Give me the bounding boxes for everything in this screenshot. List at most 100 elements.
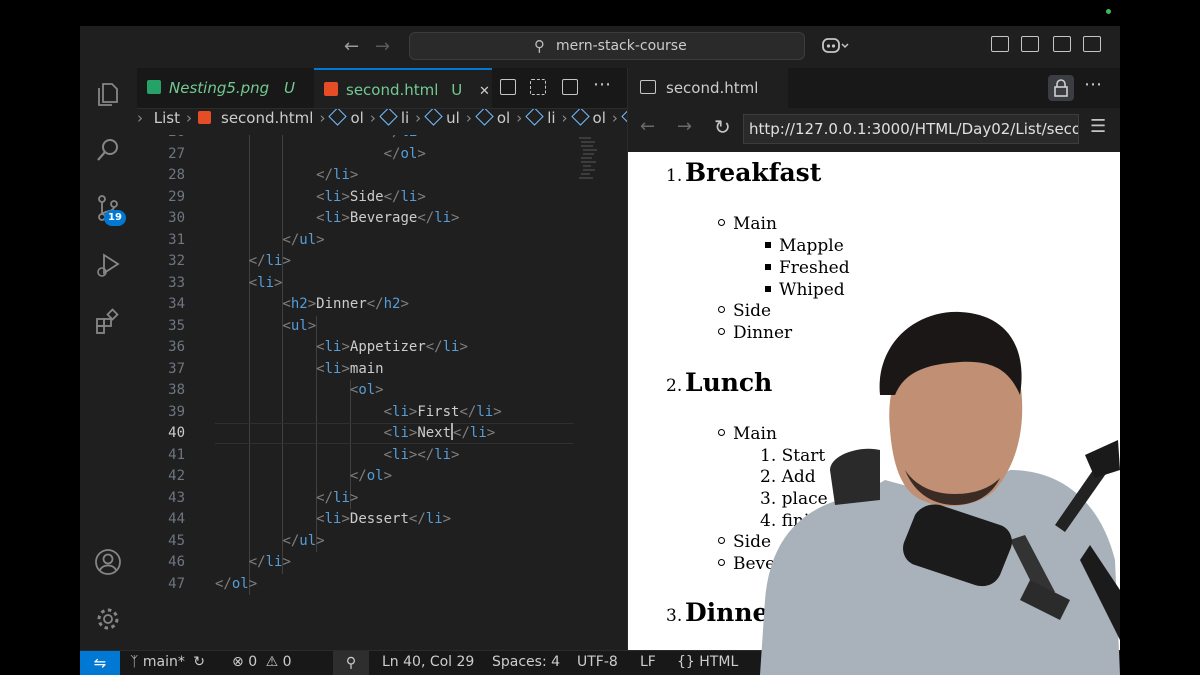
- code-editor[interactable]: 26 </li> 27 </ol> 28 </li> 29 <li>Side</li> 30 <l…: [137, 135, 627, 650]
- line-number: 32: [168, 253, 185, 269]
- code-line[interactable]: 36 <li>Appetizer</li>: [137, 337, 627, 359]
- list-item: Freshed: [765, 258, 850, 278]
- code-line[interactable]: 39 <li>First</li>: [137, 402, 627, 424]
- code-line[interactable]: 33 <li>: [137, 273, 627, 295]
- code-line[interactable]: 29 <li>Side</li>: [137, 187, 627, 209]
- arrow-left-icon[interactable]: ←: [344, 36, 359, 57]
- compare-changes-icon[interactable]: [530, 79, 546, 95]
- code-line[interactable]: 31 </ul>: [137, 230, 627, 252]
- sync-icon[interactable]: ↻: [193, 654, 205, 670]
- code-line[interactable]: 43 </li>: [137, 488, 627, 510]
- run-debug-icon[interactable]: [94, 251, 122, 279]
- tab-nesting5-png[interactable]: Nesting5.png U: [137, 68, 313, 108]
- indentation[interactable]: Spaces: 4: [492, 654, 560, 670]
- symbol-element-icon: [475, 109, 494, 126]
- forward-icon[interactable]: →: [677, 116, 692, 137]
- code-line[interactable]: 32 </li>: [137, 251, 627, 273]
- code-line[interactable]: 44 <li>Dessert</li>: [137, 509, 627, 531]
- zoom-icon[interactable]: ⚲: [333, 651, 369, 675]
- code-text: </li>: [248, 554, 291, 570]
- extensions-icon[interactable]: [94, 308, 122, 336]
- remote-indicator-icon[interactable]: ⇋: [80, 651, 120, 675]
- code-line[interactable]: 38 <ol>: [137, 380, 627, 402]
- toggle-secondary-sidebar-icon[interactable]: [1083, 36, 1101, 52]
- breadcrumb-item[interactable]: ol: [475, 109, 510, 127]
- branch-indicator[interactable]: ᛉ main* ↻: [130, 654, 205, 670]
- editor-tabs: Nesting5.png U second.html U ✕ ⋯: [137, 68, 627, 109]
- command-center-search[interactable]: ⚲ mern-stack-course: [409, 32, 805, 60]
- line-number: 42: [168, 468, 185, 484]
- problems-indicator[interactable]: ⊗ 0 ⚠ 0: [232, 654, 292, 670]
- source-control-badge: 19: [104, 210, 126, 226]
- code-text: <li></li>: [383, 446, 460, 463]
- code-line[interactable]: 35 <ul>: [137, 316, 627, 338]
- account-icon[interactable]: [94, 548, 122, 576]
- line-number: 43: [168, 489, 185, 506]
- breadcrumb-item[interactable]: second.html: [198, 109, 313, 127]
- cursor-position[interactable]: Ln 40, Col 29: [382, 654, 474, 670]
- list-item: Main: [718, 214, 777, 234]
- code-line[interactable]: 30 <li>Beverage</li>: [137, 208, 627, 230]
- breadcrumb-item[interactable]: ul: [424, 109, 460, 127]
- top-black-bar: [80, 0, 1120, 26]
- toggle-panel-icon[interactable]: [1053, 36, 1071, 52]
- browser-address-bar: ← → ↻ http://127.0.0.1:3000/HTML/Day02/L…: [628, 108, 1120, 152]
- line-number: 35: [168, 317, 185, 334]
- list-number: 1.: [666, 166, 683, 186]
- language-mode[interactable]: {} HTML: [677, 654, 738, 670]
- split-editor-icon[interactable]: [562, 79, 578, 95]
- reload-icon[interactable]: ↻: [714, 115, 731, 139]
- minimap[interactable]: [577, 135, 599, 195]
- breadcrumb-item[interactable]: li: [525, 109, 556, 127]
- code-line[interactable]: 40 <li>Next </li>: [137, 423, 627, 445]
- code-line[interactable]: 45 </ul>: [137, 531, 627, 553]
- settings-gear-icon[interactable]: [94, 605, 122, 633]
- code-text: <li>Side</li>: [316, 188, 426, 205]
- layout-panel-icon[interactable]: [991, 36, 1009, 52]
- code-line[interactable]: 27 </ol>: [137, 144, 627, 166]
- lock-group-button[interactable]: [1048, 75, 1074, 101]
- chevron-right-icon: ›: [319, 109, 326, 127]
- breadcrumb-item[interactable]: List: [154, 109, 180, 127]
- open-preview-icon[interactable]: [500, 79, 516, 95]
- more-actions-icon[interactable]: ⋯: [1084, 74, 1102, 95]
- line-number: 26: [137, 135, 185, 144]
- code-line[interactable]: 28 </li>: [137, 165, 627, 187]
- symbol-element-icon: [328, 109, 348, 126]
- arrow-right-icon[interactable]: →: [375, 36, 390, 57]
- url-input[interactable]: http://127.0.0.1:3000/HTML/Day02/List/se…: [743, 114, 1079, 144]
- code-line[interactable]: 46 </li>: [137, 552, 627, 574]
- toggle-sidebar-icon[interactable]: [1021, 36, 1039, 52]
- chevron-right-icon: ›: [186, 109, 193, 127]
- code-line[interactable]: 42 </ol>: [137, 466, 627, 488]
- line-number: 31: [168, 231, 185, 248]
- line-number: 45: [168, 532, 185, 549]
- code-line[interactable]: 34 <h2>Dinner</h2>: [137, 294, 627, 316]
- close-icon[interactable]: ✕: [479, 84, 490, 99]
- symbol-element-icon: [570, 109, 590, 126]
- breadcrumb-item[interactable]: ol: [328, 109, 364, 127]
- breadcrumb-item[interactable]: li: [379, 109, 409, 127]
- code-text: <li>First</li>: [383, 403, 502, 420]
- circle-bullet-icon: [718, 559, 725, 566]
- end-of-line[interactable]: LF: [640, 654, 656, 670]
- line-number: 37: [168, 360, 185, 377]
- menu-icon[interactable]: ☰: [1090, 116, 1106, 137]
- encoding[interactable]: UTF-8: [577, 654, 618, 670]
- more-actions-icon[interactable]: ⋯: [593, 74, 611, 95]
- back-icon[interactable]: ←: [640, 116, 655, 137]
- breadcrumb-item[interactable]: ol: [570, 109, 606, 127]
- code-line[interactable]: 26 </li>: [137, 135, 627, 144]
- code-line[interactable]: 41 <li></li>: [137, 445, 627, 467]
- code-line[interactable]: 47 </ol>: [137, 574, 627, 596]
- code-line[interactable]: 37 <li>main: [137, 359, 627, 381]
- list-item: 1. Start: [760, 446, 826, 466]
- code-text: </ol>: [383, 145, 426, 162]
- list-item: Dinner: [718, 323, 792, 343]
- tab-second-html[interactable]: second.html U ✕: [314, 68, 492, 108]
- tab-browser-preview[interactable]: second.html ✕: [628, 68, 788, 137]
- search-icon[interactable]: [94, 136, 122, 164]
- copilot-icon[interactable]: [822, 36, 850, 56]
- explorer-icon[interactable]: [94, 80, 122, 108]
- tab-label: second.html: [666, 79, 759, 97]
